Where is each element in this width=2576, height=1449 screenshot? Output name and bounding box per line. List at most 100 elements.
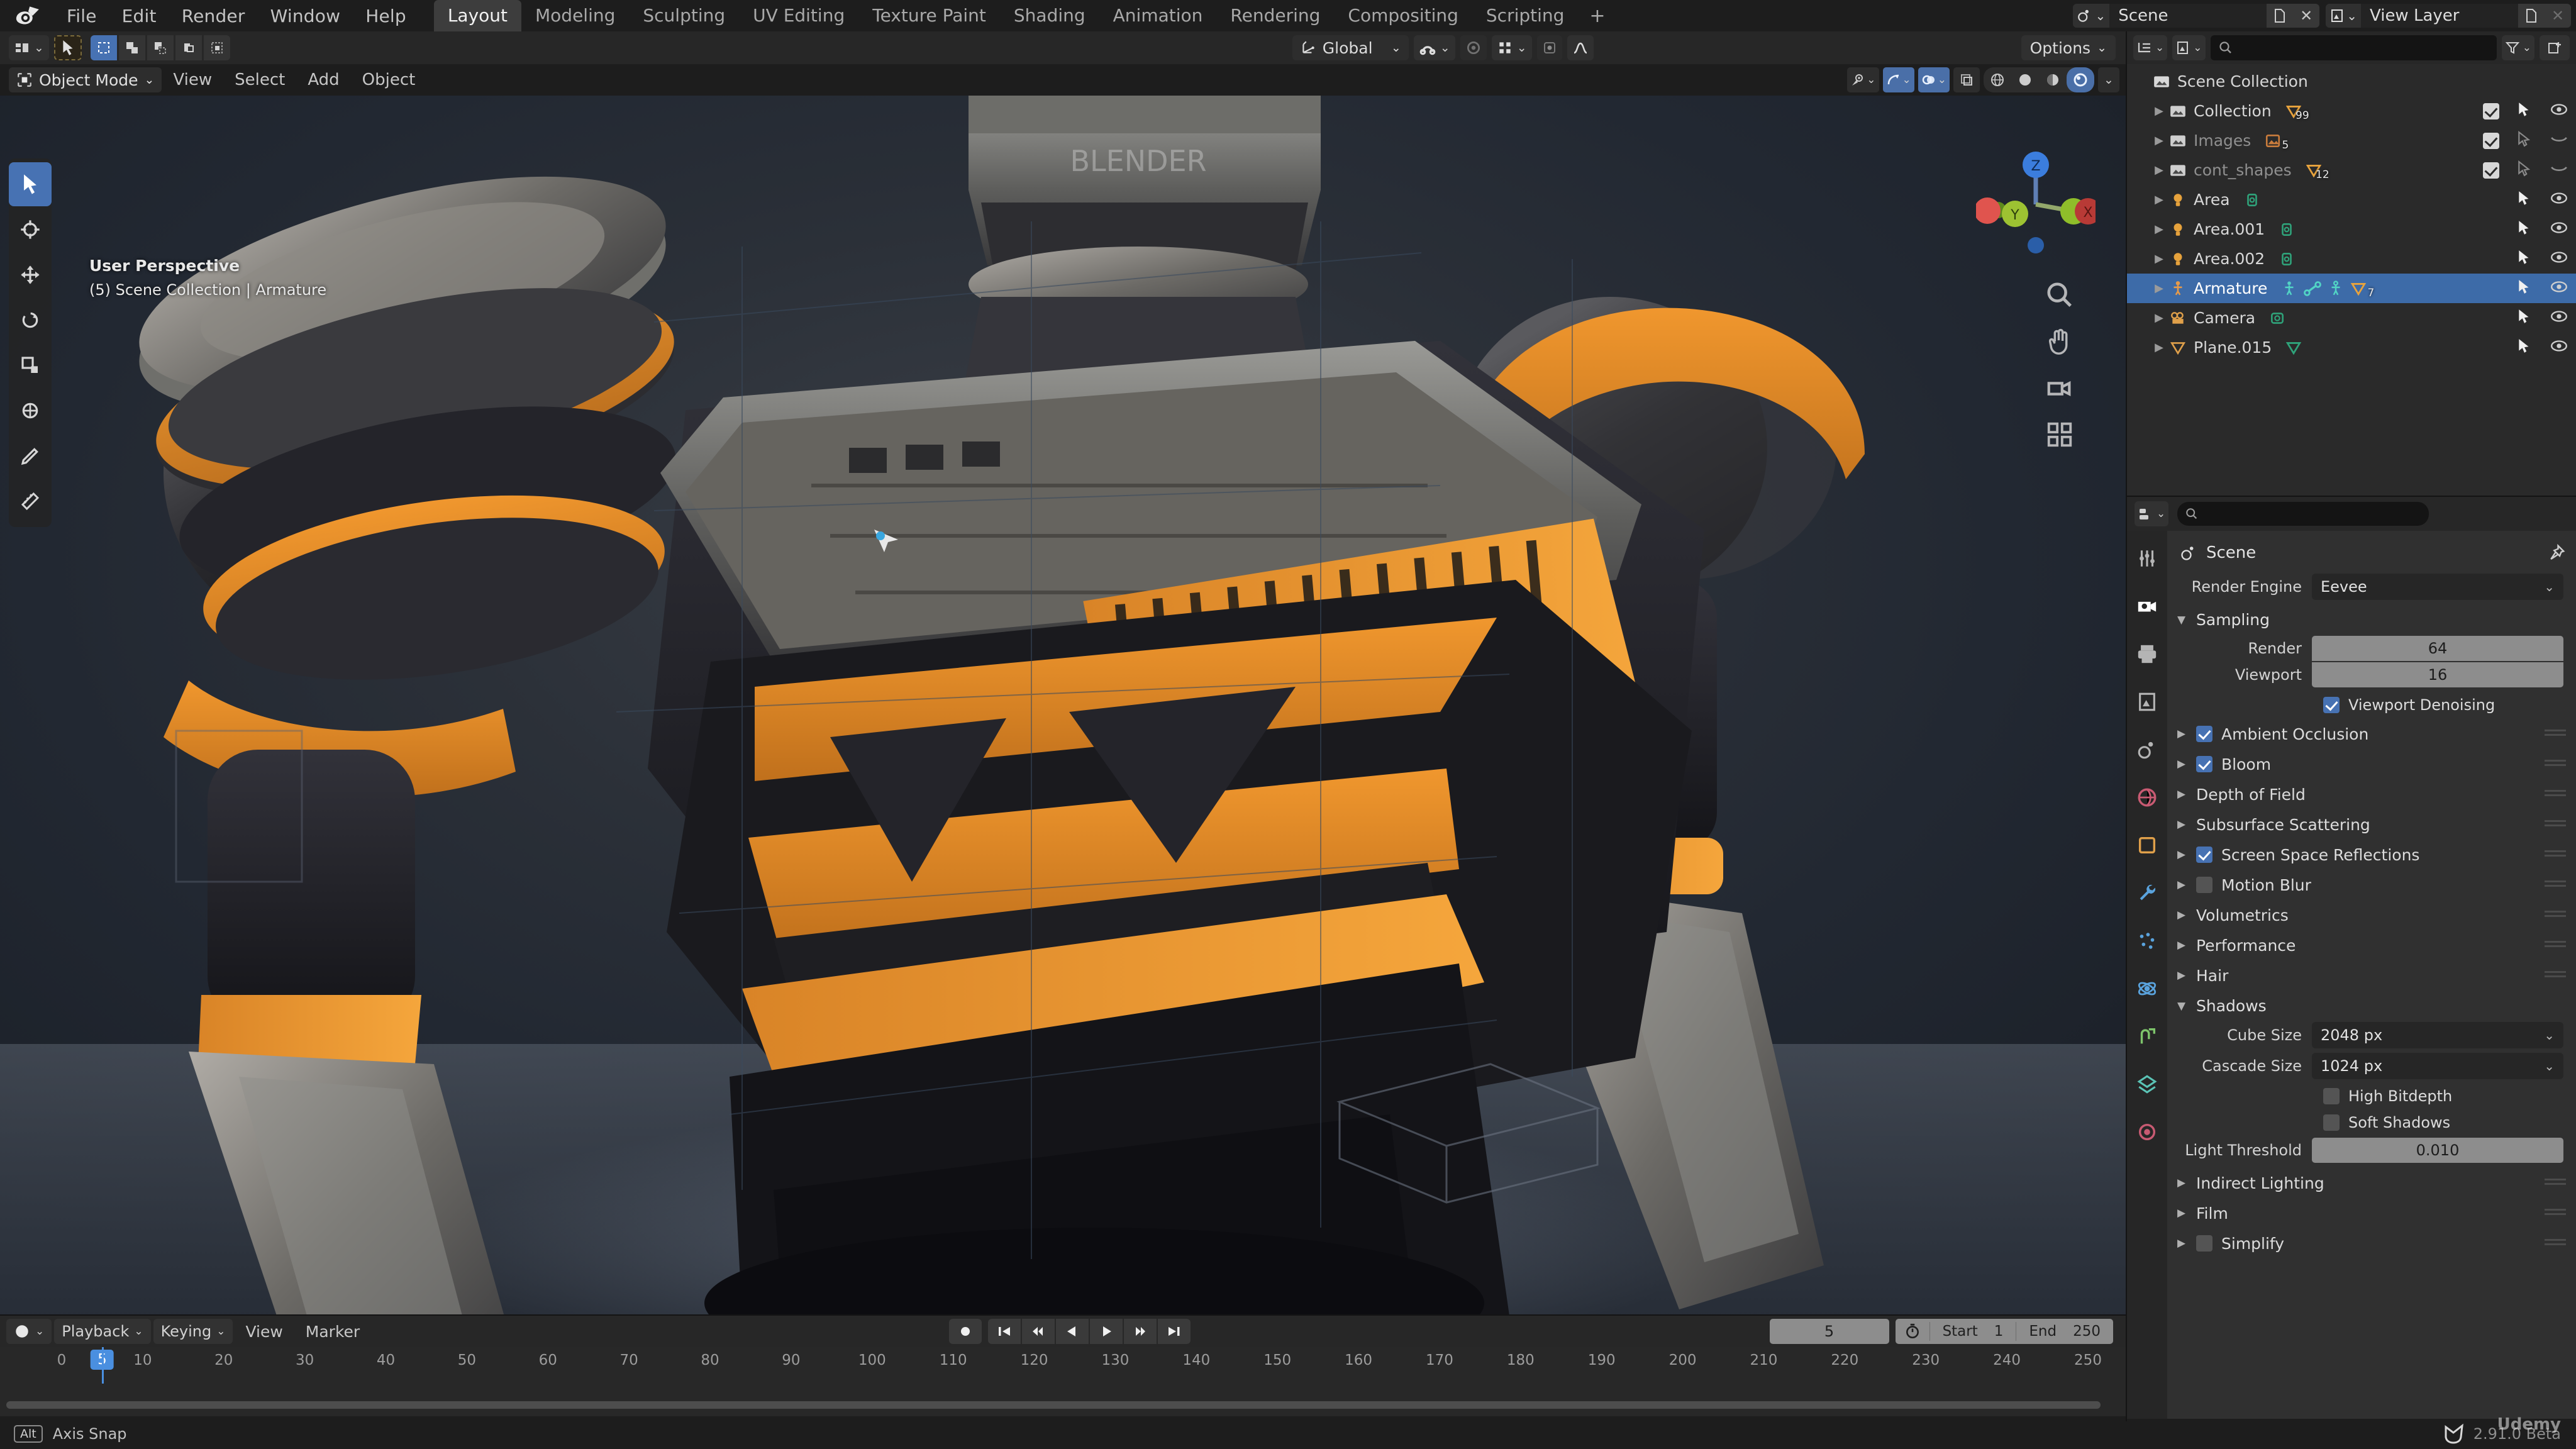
select-subtract-icon[interactable]	[147, 35, 174, 60]
particles-tab-icon[interactable]	[2133, 927, 2161, 955]
mesh-data-icon[interactable]: 12	[2306, 162, 2329, 181]
sampling-render-field[interactable]: 64	[2312, 635, 2563, 661]
tool-tab-icon[interactable]	[2133, 545, 2161, 572]
hide-in-viewport-icon[interactable]	[2550, 249, 2568, 269]
tab-compositing[interactable]: Compositing	[1334, 0, 1472, 31]
image-data-icon[interactable]: 5	[2265, 133, 2289, 152]
outliner-editor[interactable]: ⌄ ⌄ ⌄ Scene Collection ▶ Collection 99 ▶ Imag…	[2127, 31, 2576, 496]
shading-options-chevron-icon[interactable]: ⌄	[2098, 67, 2119, 92]
selectable-icon[interactable]	[2516, 219, 2533, 240]
frame-end-field[interactable]: End 250	[2016, 1323, 2113, 1340]
hide-in-viewport-icon[interactable]	[2550, 131, 2568, 151]
viewport-menu-add[interactable]: Add	[296, 70, 350, 89]
timeline-scrollbar-track[interactable]	[0, 1401, 2126, 1411]
panel-ambient-occlusion[interactable]: ▶ Ambient Occlusion	[2167, 719, 2576, 749]
selectable-icon[interactable]	[2516, 130, 2533, 151]
current-frame-field[interactable]: 5	[1769, 1319, 1889, 1344]
hide-in-viewport-icon[interactable]	[2550, 190, 2568, 210]
expand-triangle[interactable]: ▶	[2151, 282, 2167, 295]
pose-icon[interactable]	[2281, 280, 2297, 297]
scene-icon[interactable]: ⌄	[2073, 4, 2110, 28]
active-tool-icon[interactable]	[53, 35, 82, 60]
rendered-icon[interactable]	[2067, 67, 2094, 92]
annotate-tool-icon[interactable]	[9, 434, 52, 478]
disclosure-triangle[interactable]: ▶	[2177, 848, 2187, 861]
properties-editor[interactable]: ⌄ Scene Render Engine Eevee ⌄ ▼ Sampling…	[2127, 497, 2576, 1421]
tab-uv-editing[interactable]: UV Editing	[739, 0, 858, 31]
navigation-gizmo[interactable]: Z Y X	[1976, 145, 2096, 264]
disclosure-triangle[interactable]: ▶	[2177, 758, 2187, 770]
unlink-scene-icon[interactable]: ✕	[2293, 4, 2320, 28]
timeline-ruler[interactable]: 0 10 20 30 40 50 60 70 80 90 100 110 120 130 140 150 160…	[0, 1347, 2126, 1380]
selectable-icon[interactable]	[2516, 249, 2533, 269]
panel-performance[interactable]: ▶ Performance	[2167, 930, 2576, 960]
outliner-search-input[interactable]	[2210, 35, 2497, 60]
selectable-icon[interactable]	[2516, 308, 2533, 328]
panel-enable-checkbox[interactable]	[2196, 877, 2212, 893]
outliner-row-area-002[interactable]: ▶ Area.002	[2127, 244, 2576, 274]
panel-volumetrics[interactable]: ▶ Volumetrics	[2167, 900, 2576, 930]
view-layer-icon[interactable]: ⌄	[2326, 4, 2361, 28]
rotate-tool-icon[interactable]	[9, 298, 52, 342]
timeline-menu-view[interactable]: View	[235, 1323, 292, 1341]
pan-hand-icon[interactable]	[2043, 325, 2077, 358]
camera-data-icon[interactable]	[2269, 310, 2285, 326]
exclude-checkbox[interactable]	[2483, 162, 2499, 179]
new-scene-icon[interactable]	[2267, 4, 2294, 28]
timeline-menu-keying[interactable]: Keying ⌄	[153, 1319, 233, 1344]
disclosure-triangle[interactable]: ▶	[2177, 788, 2187, 801]
scale-tool-icon[interactable]	[9, 343, 52, 387]
play-icon[interactable]	[1089, 1319, 1123, 1344]
selectable-icon[interactable]	[2516, 101, 2533, 121]
outliner-row-collection[interactable]: ▶ Collection 99	[2127, 96, 2576, 126]
high-bitdepth-row[interactable]: High Bitdepth	[2167, 1083, 2576, 1109]
viewport-denoising-checkbox[interactable]	[2323, 697, 2340, 713]
selectable-icon[interactable]	[2516, 279, 2533, 299]
select-extend-icon[interactable]	[118, 35, 145, 60]
viewport-denoising-row[interactable]: Viewport Denoising	[2167, 691, 2576, 719]
falloff-smooth-icon[interactable]	[1567, 35, 1594, 60]
light-data-icon[interactable]	[2244, 192, 2260, 208]
disclosure-triangle[interactable]: ▶	[2177, 728, 2187, 740]
expand-triangle[interactable]: ▶	[2151, 223, 2167, 236]
expand-triangle[interactable]: ▶	[2151, 134, 2167, 147]
proportional-edit-icon[interactable]	[1460, 35, 1487, 60]
add-workspace-button[interactable]: +	[1578, 5, 1616, 27]
transform-orientation-dropdown[interactable]: Global ⌄	[1292, 35, 1409, 60]
soft-shadows-checkbox[interactable]	[2323, 1114, 2340, 1131]
tab-layout[interactable]: Layout	[433, 0, 522, 31]
snap-increment-icon[interactable]: ⌄	[1491, 35, 1532, 60]
material-preview-icon[interactable]	[2039, 67, 2067, 92]
tab-scripting[interactable]: Scripting	[1472, 0, 1579, 31]
outliner-row-cont-shapes[interactable]: ▶ cont_shapes 12	[2127, 155, 2576, 185]
disclosure-triangle[interactable]: ▶	[2177, 818, 2187, 831]
outliner-row-armature[interactable]: ▶ Armature 7	[2127, 274, 2576, 303]
timeline-scrollbar-thumb[interactable]	[6, 1401, 2101, 1409]
mesh-data-icon[interactable]: 7	[2350, 280, 2374, 299]
tab-modeling[interactable]: Modeling	[521, 0, 629, 31]
outliner-row-images[interactable]: ▶ Images 5	[2127, 126, 2576, 155]
tab-animation[interactable]: Animation	[1099, 0, 1217, 31]
hide-in-viewport-icon[interactable]	[2550, 101, 2568, 121]
menu-render[interactable]: Render	[169, 3, 258, 29]
view-layer-selector[interactable]: ⌄ View Layer ✕	[2326, 4, 2571, 28]
tab-rendering[interactable]: Rendering	[1216, 0, 1334, 31]
new-view-layer-icon[interactable]	[2518, 4, 2545, 28]
timeline-editor-type-icon[interactable]: ⌄	[6, 1319, 52, 1344]
proportional-falloff-toggle-icon[interactable]	[1536, 35, 1562, 60]
disclosure-triangle[interactable]: ▶	[2177, 939, 2187, 952]
object-visibility-icon[interactable]: ⌄	[1847, 67, 1879, 92]
panel-film[interactable]: ▶ Film	[2167, 1198, 2576, 1228]
jump-to-end-icon[interactable]	[1157, 1319, 1191, 1344]
disclosure-triangle[interactable]: ▶	[2177, 969, 2187, 982]
expand-triangle[interactable]: ▶	[2151, 341, 2167, 354]
selectable-icon[interactable]	[2516, 338, 2533, 358]
panel-bloom[interactable]: ▶ Bloom	[2167, 749, 2576, 779]
material-tab-icon[interactable]	[2133, 1118, 2161, 1146]
armature-data-icon[interactable]	[2328, 280, 2344, 297]
camera-view-icon[interactable]	[2043, 371, 2077, 405]
properties-editor-type-icon[interactable]: ⌄	[2135, 501, 2169, 526]
high-bitdepth-checkbox[interactable]	[2323, 1088, 2340, 1104]
zoom-icon[interactable]	[2043, 278, 2077, 312]
interaction-mode-dropdown[interactable]: Object Mode ⌄	[9, 67, 162, 92]
